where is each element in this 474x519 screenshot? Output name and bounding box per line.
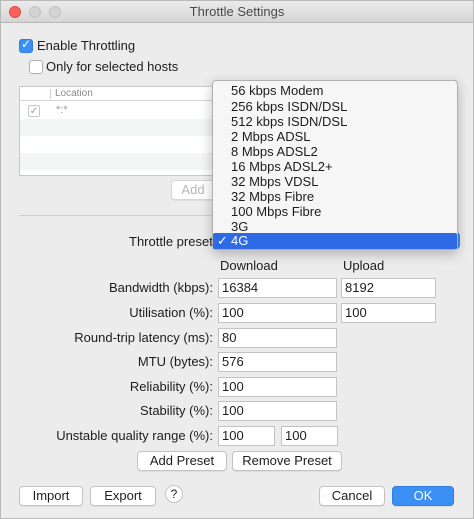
- throttle-preset-label: Throttle preset:: [129, 234, 217, 249]
- mtu-label: MTU (bytes):: [137, 354, 213, 369]
- export-button[interactable]: Export: [90, 486, 156, 506]
- upload-column-header: Upload: [343, 258, 385, 273]
- mtu-input[interactable]: 576: [218, 352, 337, 372]
- enable-throttling-label: Enable Throttling: [37, 38, 136, 53]
- preset-option-8-mbps-adsl2[interactable]: 8 Mbps ADSL2: [213, 144, 457, 160]
- preset-option-512-kbps-isdn[interactable]: 512 kbps ISDN/DSL: [213, 114, 457, 130]
- utilisation-download-input[interactable]: 100: [218, 303, 337, 323]
- add-preset-button[interactable]: Add Preset: [137, 451, 227, 471]
- stability-label: Stability (%):: [140, 403, 213, 418]
- preset-option-100-mbps-fibre[interactable]: 100 Mbps Fibre: [213, 204, 457, 220]
- preset-option-32-mbps-vdsl[interactable]: 32 Mbps VDSL: [213, 174, 457, 190]
- preset-option-32-mbps-fibre[interactable]: 32 Mbps Fibre: [213, 189, 457, 205]
- remove-preset-button[interactable]: Remove Preset: [232, 451, 342, 471]
- add-host-button[interactable]: Add: [171, 180, 215, 200]
- row-location: *:*: [56, 104, 68, 116]
- only-selected-hosts-checkbox[interactable]: [29, 60, 43, 74]
- cancel-button[interactable]: Cancel: [319, 486, 385, 506]
- location-column-header[interactable]: Location: [55, 88, 93, 99]
- only-selected-hosts-label: Only for selected hosts: [46, 59, 179, 74]
- row-enabled-checkbox[interactable]: ✓: [28, 105, 40, 117]
- download-column-header: Download: [220, 258, 278, 273]
- preset-option-56-kbps-modem[interactable]: 56 kbps Modem: [213, 83, 457, 99]
- ok-button[interactable]: OK: [392, 486, 454, 506]
- bandwidth-label: Bandwidth (kbps):: [108, 280, 213, 295]
- unstable-range-min-input[interactable]: 100: [218, 426, 275, 446]
- throttle-settings-window: Throttle Settings Enable Throttling Only…: [0, 0, 474, 519]
- bandwidth-upload-input[interactable]: 8192: [341, 278, 436, 298]
- bandwidth-download-input[interactable]: 16384: [218, 278, 337, 298]
- checkmark-icon: ✓: [217, 233, 228, 248]
- reliability-input[interactable]: 100: [218, 377, 337, 397]
- title-bar: Throttle Settings: [1, 1, 473, 23]
- utilisation-label: Utilisation (%):: [129, 305, 213, 320]
- column-separator: [50, 89, 51, 99]
- unstable-range-max-input[interactable]: 100: [281, 426, 338, 446]
- enable-throttling-checkbox[interactable]: [19, 37, 33, 53]
- preset-option-4g-label: 4G: [231, 233, 249, 248]
- help-button[interactable]: ?: [165, 485, 183, 503]
- preset-option-256-kbps-isdn[interactable]: 256 kbps ISDN/DSL: [213, 99, 457, 115]
- utilisation-upload-input[interactable]: 100: [341, 303, 436, 323]
- preset-option-4g-selected[interactable]: ✓ 4G: [213, 233, 457, 249]
- unstable-range-label: Unstable quality range (%):: [56, 428, 213, 443]
- import-button[interactable]: Import: [19, 486, 83, 506]
- window-title: Throttle Settings: [189, 4, 285, 19]
- latency-label: Round-trip latency (ms):: [74, 330, 213, 345]
- latency-input[interactable]: 80: [218, 328, 337, 348]
- reliability-label: Reliability (%):: [129, 379, 213, 394]
- stability-input[interactable]: 100: [218, 401, 337, 421]
- preset-option-2-mbps-adsl[interactable]: 2 Mbps ADSL: [213, 129, 457, 145]
- preset-option-16-mbps-adsl2plus[interactable]: 16 Mbps ADSL2+: [213, 159, 457, 175]
- preset-dropdown-menu[interactable]: 56 kbps Modem 256 kbps ISDN/DSL 512 kbps…: [212, 80, 458, 250]
